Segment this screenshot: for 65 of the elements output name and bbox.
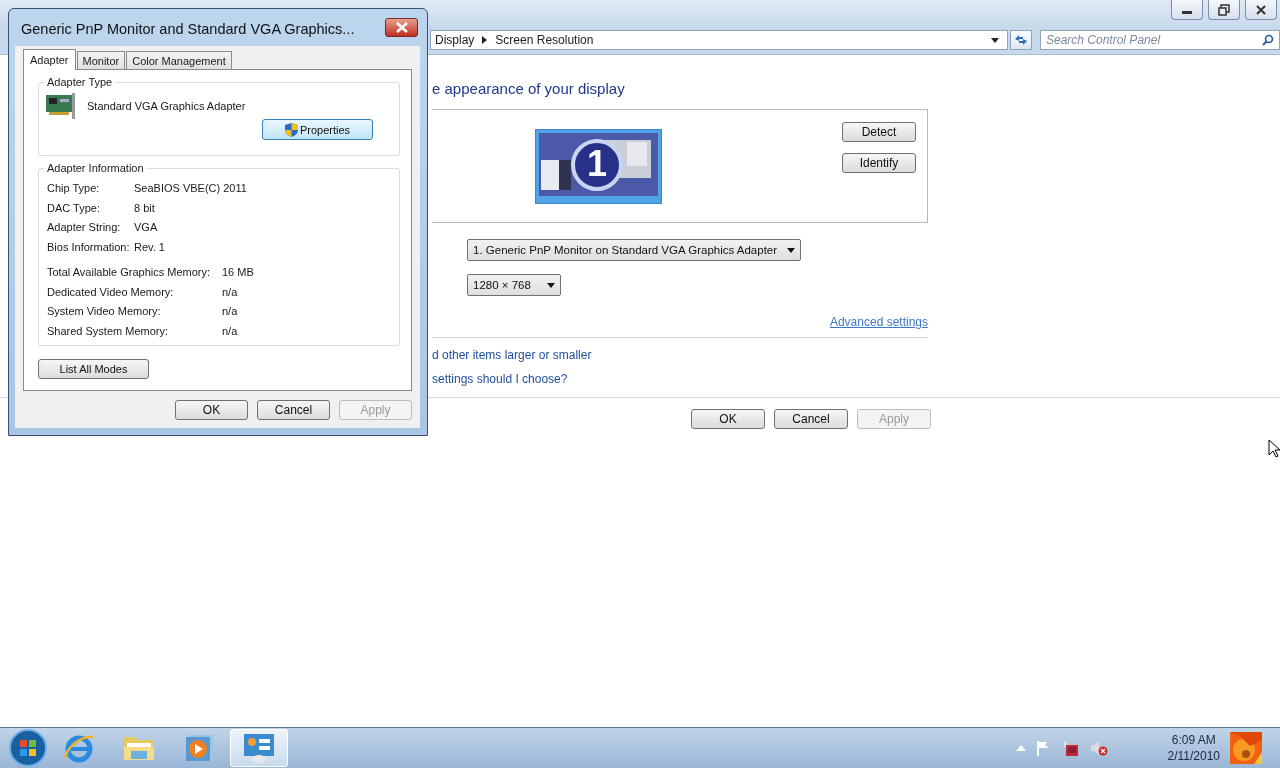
page-heading: e appearance of your display <box>432 80 626 97</box>
refresh-button[interactable] <box>1010 30 1032 50</box>
breadcrumb-arrow-icon <box>482 36 488 44</box>
info-value: n/a <box>222 285 238 299</box>
dropdown-arrow-icon[interactable] <box>991 37 1000 43</box>
info-value: Rev. 1 <box>134 240 165 254</box>
group-label: Adapter Information <box>44 162 147 174</box>
monitor-drawing[interactable] <box>535 129 662 204</box>
monitor-number: 1 <box>587 144 608 184</box>
close-button[interactable] <box>1245 0 1277 20</box>
restore-icon <box>1218 3 1230 16</box>
caret-icon <box>547 282 555 288</box>
info-value: 8 bit <box>134 201 155 215</box>
properties-button[interactable]: Properties <box>262 119 373 140</box>
dialog-button[interactable]: OK <box>691 409 765 429</box>
graphics-card-icon <box>45 91 77 121</box>
info-value: 16 MB <box>222 266 254 280</box>
info-label: DAC Type: <box>47 201 101 215</box>
help-link[interactable]: d other items larger or smaller <box>432 348 592 362</box>
info-label: Total Available Graphics Memory: <box>47 266 212 280</box>
restore-button[interactable] <box>1208 0 1240 20</box>
search-field[interactable]: Search Control Panel <box>1040 30 1280 50</box>
close-icon <box>1255 3 1267 16</box>
dialog-button[interactable]: Cancel <box>774 409 848 429</box>
control-panel-icon <box>242 732 276 764</box>
display-dropdown[interactable]: 1. Generic PnP Monitor on Standard VGA Graphics Adapter <box>467 239 801 261</box>
info-value: SeaBIOS VBE(C) 2011 <box>134 182 247 196</box>
tab[interactable]: Adapter <box>23 49 76 70</box>
resolution-dropdown[interactable]: 1280 × 768 <box>467 274 561 296</box>
address-bar[interactable]: Display Screen Resolution <box>430 30 1009 50</box>
info-value: n/a <box>222 324 238 338</box>
info-label: Adapter String: <box>47 221 122 235</box>
dialog-title: Generic PnP Monitor and Standard VGA Graphics... <box>21 20 355 37</box>
info-label: Dedicated Video Memory: <box>47 285 175 299</box>
taskbar-app[interactable] <box>230 729 288 767</box>
display-button[interactable]: Identify <box>842 153 916 173</box>
network-icon[interactable] <box>1061 739 1080 757</box>
info-label: Chip Type: <box>47 182 101 196</box>
info-label: Shared System Memory: <box>47 324 170 338</box>
search-icon <box>1262 34 1274 46</box>
close-button[interactable] <box>385 18 418 37</box>
muted-speaker-icon[interactable] <box>1089 740 1108 756</box>
group-label: Adapter Type <box>44 76 116 88</box>
minimize-icon <box>1182 11 1192 14</box>
play-icon <box>183 733 215 763</box>
adapter-name: Standard VGA Graphics Adapter <box>87 100 246 112</box>
start-button[interactable] <box>8 728 48 768</box>
info-label: Bios Information: <box>47 240 131 254</box>
info-label: System Video Memory: <box>47 305 162 319</box>
dialog-button[interactable]: Cancel <box>257 400 330 420</box>
display-button[interactable]: Detect <box>842 122 916 142</box>
info-value: n/a <box>222 305 238 319</box>
close-icon <box>395 22 408 33</box>
tab[interactable]: Monitor <box>76 51 126 69</box>
list-all-modes-button[interactable]: List All Modes <box>38 359 149 379</box>
caret-icon <box>787 247 795 253</box>
info-value: VGA <box>134 221 158 235</box>
minimize-button[interactable] <box>1171 0 1203 20</box>
dialog-button[interactable]: OK <box>175 400 248 420</box>
refresh-icon <box>1014 34 1029 46</box>
advanced-settings-link[interactable]: Advanced settings <box>829 315 928 329</box>
clock[interactable]: 6:09 AM 2/11/2010 <box>1167 732 1220 764</box>
help-link[interactable]: settings should I choose? <box>432 372 568 386</box>
tab[interactable]: Color Management <box>126 51 232 69</box>
shield-icon <box>284 122 298 137</box>
